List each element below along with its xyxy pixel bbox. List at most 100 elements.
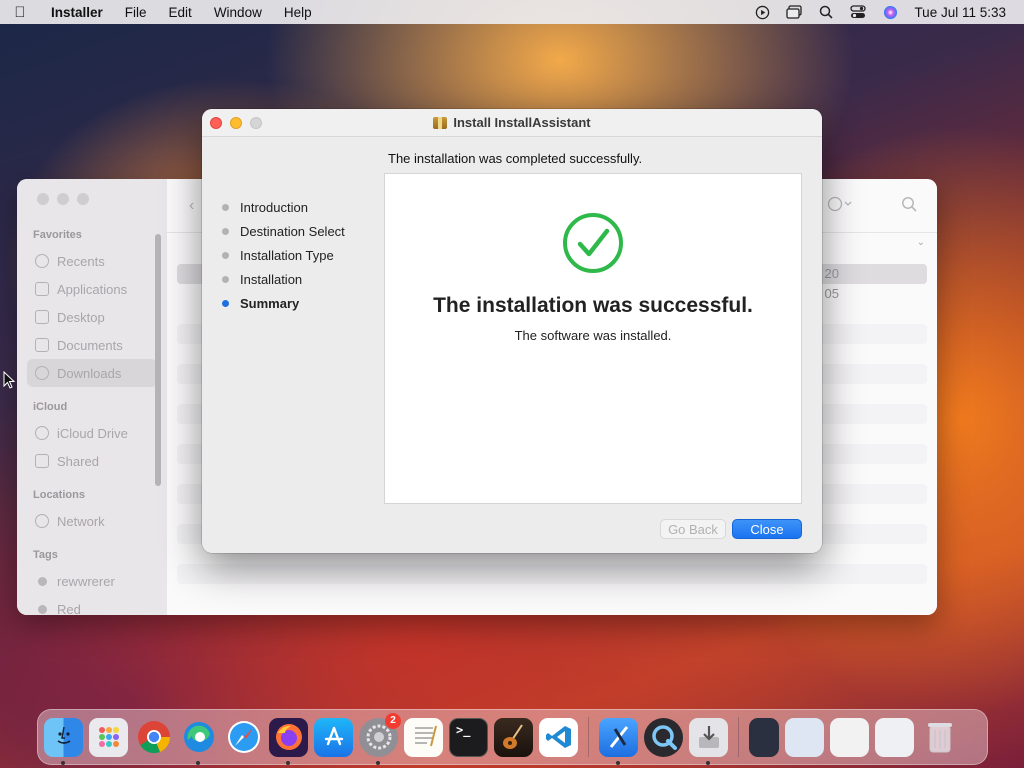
finder-minimize-button[interactable]	[57, 193, 69, 205]
finder-icon[interactable]	[44, 717, 83, 765]
running-indicator	[616, 760, 620, 765]
go-back-button: Go Back	[660, 519, 726, 539]
window-close-button[interactable]	[210, 117, 222, 129]
stage-manager-icon[interactable]	[786, 4, 803, 20]
menu-file[interactable]: File	[114, 5, 158, 20]
dock-separator	[738, 717, 739, 757]
shared-folder-icon	[35, 454, 49, 468]
menu-edit[interactable]: Edit	[158, 5, 203, 20]
running-indicator	[376, 760, 380, 765]
running-indicator	[196, 760, 200, 765]
share-menu-icon[interactable]	[827, 196, 853, 217]
success-title: The installation was successful.	[433, 294, 753, 317]
app-store-icon[interactable]	[314, 717, 353, 757]
edge-icon[interactable]	[179, 718, 218, 765]
xcode-icon[interactable]	[599, 717, 638, 765]
dock: 2 >_	[37, 709, 988, 765]
finder-sidebar-scrollbar[interactable]	[155, 234, 161, 486]
installer-title: Install InstallAssistant	[433, 115, 591, 130]
step-introduction: Introduction	[222, 195, 345, 219]
sidebar-item-tag-rewwrerer[interactable]: rewwrerer	[17, 567, 167, 595]
menu-clock[interactable]: Tue Jul 11 5:33	[914, 5, 1006, 20]
control-center-icon[interactable]	[850, 4, 867, 20]
menu-help[interactable]: Help	[273, 5, 323, 20]
trash-icon[interactable]	[920, 718, 959, 757]
safari-icon[interactable]	[224, 718, 263, 757]
step-installation-type: Installation Type	[222, 243, 345, 267]
sidebar-section-icloud: iCloud	[33, 401, 68, 413]
installer-header-text: The installation was completed successfu…	[388, 151, 643, 166]
spotlight-search-icon[interactable]	[818, 4, 834, 20]
step-label: Installation	[240, 271, 303, 287]
installer-window-controls	[210, 117, 262, 129]
finder-window-controls	[17, 193, 167, 205]
step-bullet-icon	[222, 227, 229, 235]
siri-icon[interactable]	[882, 4, 898, 20]
chrome-icon[interactable]	[134, 718, 173, 757]
network-icon	[35, 514, 49, 528]
running-indicator	[61, 760, 65, 765]
sidebar-item-recents[interactable]: Recents	[17, 247, 167, 275]
window-zoom-button	[250, 117, 262, 129]
document-icon	[35, 338, 49, 352]
sidebar-item-documents[interactable]: Documents	[17, 331, 167, 359]
notification-badge: 2	[385, 712, 401, 729]
sidebar-item-label: Downloads	[57, 365, 122, 381]
launchpad-icon[interactable]	[89, 717, 128, 757]
installer-window: Install InstallAssistant The installatio…	[202, 109, 822, 553]
cloud-icon	[35, 426, 49, 440]
sidebar-section-favorites: Favorites	[33, 229, 82, 241]
column-sort-chevron-icon[interactable]: ⌄	[917, 237, 925, 248]
back-chevron-icon[interactable]: ‹	[189, 197, 194, 215]
sidebar-item-label: Documents	[57, 337, 123, 353]
close-button[interactable]: Close	[732, 519, 802, 539]
document-thumbnail-icon[interactable]	[830, 717, 869, 757]
step-label: Destination Select	[240, 223, 345, 239]
window-minimize-button[interactable]	[230, 117, 242, 129]
system-settings-icon[interactable]: 2	[359, 712, 401, 765]
sidebar-item-network[interactable]: Network	[17, 507, 167, 535]
step-bullet-icon	[222, 203, 229, 211]
screenshot-thumbnail-icon[interactable]	[785, 717, 824, 757]
sidebar-item-shared[interactable]: Shared	[17, 447, 167, 475]
step-label: Summary	[240, 295, 300, 311]
finder-zoom-button[interactable]	[77, 193, 89, 205]
success-checkmark-icon	[563, 213, 623, 273]
installer-icon[interactable]	[689, 717, 728, 765]
step-bullet-icon	[222, 275, 229, 283]
sidebar-item-icloud-drive[interactable]: iCloud Drive	[17, 419, 167, 447]
terminal-icon[interactable]: >_	[449, 717, 488, 757]
sidebar-item-label: Network	[57, 513, 105, 529]
dock-separator	[588, 717, 589, 757]
phone-screenshot-thumbnail-icon[interactable]	[749, 717, 779, 757]
vscode-icon[interactable]	[539, 717, 578, 757]
sidebar-item-desktop[interactable]: Desktop	[17, 303, 167, 331]
quicktime-icon[interactable]	[644, 717, 683, 757]
menu-bar:  Installer File Edit Window Help Tue Ju…	[0, 0, 1024, 24]
tag-dot-icon	[38, 576, 47, 586]
sidebar-item-downloads[interactable]: Downloads	[27, 359, 157, 387]
menu-app-name[interactable]: Installer	[40, 5, 114, 20]
installer-title-text: Install InstallAssistant	[453, 115, 591, 130]
firefox-icon[interactable]	[269, 717, 308, 765]
row-date-text: 05	[824, 286, 839, 301]
table-row	[177, 564, 927, 584]
sidebar-item-applications[interactable]: Applications	[17, 275, 167, 303]
clock-icon	[35, 254, 49, 268]
menu-window[interactable]: Window	[203, 5, 273, 20]
finder-sidebar: Favorites Recents Applications Desktop D…	[17, 179, 167, 615]
applications-icon	[35, 282, 49, 296]
sidebar-item-label: Recents	[57, 253, 105, 269]
apple-menu-icon[interactable]: 	[0, 4, 40, 21]
finder-close-button[interactable]	[37, 193, 49, 205]
folder-stack-icon[interactable]	[875, 717, 914, 757]
search-icon[interactable]	[901, 196, 917, 217]
sidebar-item-tag-red[interactable]: Red	[17, 595, 167, 615]
instruments-icon[interactable]	[494, 717, 533, 757]
screen-recording-icon[interactable]	[754, 4, 770, 20]
textedit-icon[interactable]	[404, 717, 443, 757]
step-installation: Installation	[222, 267, 345, 291]
sidebar-item-label: Shared	[57, 453, 99, 469]
sidebar-item-label: Applications	[57, 281, 128, 297]
installer-titlebar[interactable]: Install InstallAssistant	[202, 109, 822, 137]
